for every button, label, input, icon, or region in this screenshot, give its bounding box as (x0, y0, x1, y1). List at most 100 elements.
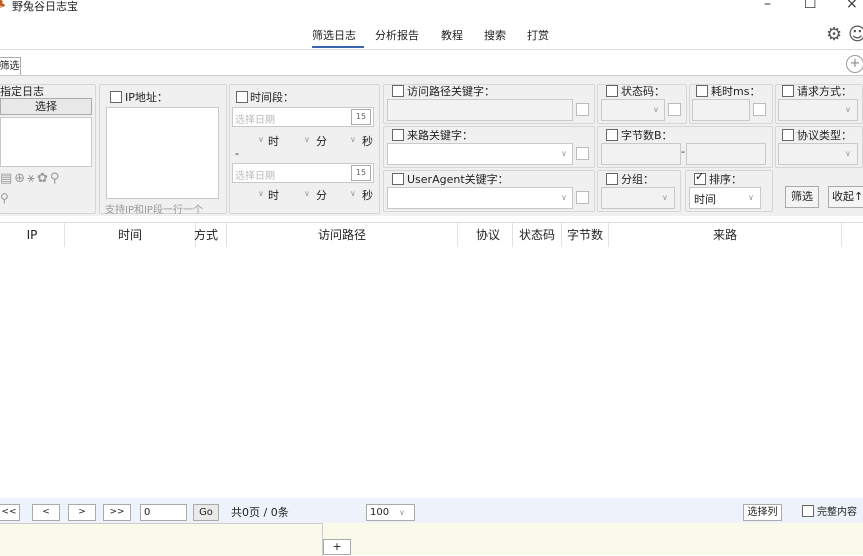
path-checkbox[interactable] (392, 85, 404, 97)
status-chevron-icon[interactable]: ∨ (653, 105, 659, 114)
start-hour-chevron-icon[interactable]: ∨ (258, 135, 264, 144)
method-group: 请求方式： ∨ (775, 84, 863, 124)
time-checkbox[interactable] (236, 91, 248, 103)
ua-option-checkbox[interactable] (576, 191, 589, 204)
time-group: 时间段： 选择日期 15 时 ∨ 分 ∨ 秒 ∨ - 选择日期 15 时 ∨ 分… (229, 84, 380, 214)
group-select[interactable]: ∨ (601, 187, 675, 209)
elapsed-label: 耗时ms： (711, 85, 761, 98)
page-size-chevron-icon[interactable]: ∨ (399, 505, 405, 520)
go-button[interactable]: Go (193, 504, 219, 521)
column-header-status[interactable]: 状态码 (513, 223, 562, 247)
bytes-max-input[interactable] (686, 143, 766, 165)
elapsed-option-checkbox[interactable] (753, 103, 766, 116)
log-list[interactable] (0, 117, 92, 167)
bottom-left-pane (0, 523, 323, 556)
column-header-path[interactable]: 访问路径 (227, 223, 458, 247)
elapsed-input[interactable] (692, 99, 750, 121)
path-input[interactable] (387, 99, 573, 121)
column-header-method[interactable]: 方式 (186, 223, 227, 247)
tab-filter[interactable]: 筛选 (0, 57, 21, 75)
ip-checkbox[interactable] (110, 91, 122, 103)
bytes-checkbox[interactable] (606, 129, 618, 141)
sort-select[interactable]: 时间 ∨ (689, 187, 761, 209)
first-page-button[interactable]: << (0, 504, 20, 521)
add-tab-icon[interactable]: + (846, 55, 863, 73)
sort-checkbox[interactable] (694, 170, 706, 185)
end-minute-label: 分 (316, 189, 327, 202)
ua-chevron-icon[interactable]: ∨ (561, 193, 567, 202)
next-page-button[interactable]: > (68, 504, 96, 521)
title-bar: ♣ 野兔谷日志宝 – ☐ × (0, 0, 863, 22)
end-second-label: 秒 (362, 189, 373, 202)
status-option-checkbox[interactable] (668, 103, 681, 116)
add-button[interactable]: + (323, 539, 351, 555)
close-button[interactable]: × (846, 0, 858, 12)
column-header-time[interactable]: 时间 (65, 223, 196, 247)
end-minute-chevron-icon[interactable]: ∨ (304, 189, 310, 198)
status-select[interactable]: ∨ (601, 99, 665, 121)
nav-donate[interactable]: 打赏 (527, 27, 549, 43)
column-header-protocol[interactable]: 协议 (464, 223, 513, 247)
smiley-icon[interactable]: ☺ (848, 24, 863, 45)
ua-checkbox[interactable] (392, 173, 404, 185)
filter-panel: 指定日志 选择 ▤⊕⚹✿⚲ ⚲ IP地址： 支持IP和IP段一行一个 时间段： … (0, 75, 863, 216)
protocol-chevron-icon[interactable]: ∨ (845, 149, 851, 158)
sort-chevron-icon[interactable]: ∨ (748, 193, 754, 202)
ip-input[interactable] (106, 107, 219, 199)
bytes-min-input[interactable] (601, 143, 681, 165)
nav-analysis-report[interactable]: 分析报告 (375, 27, 419, 43)
status-checkbox[interactable] (606, 85, 618, 97)
minimize-button[interactable]: – (764, 0, 771, 12)
end-hour-chevron-icon[interactable]: ∨ (258, 189, 264, 198)
ip-hint: 支持IP和IP段一行一个 (105, 205, 203, 216)
last-page-button[interactable]: >> (103, 504, 131, 521)
full-content-checkbox[interactable] (802, 505, 814, 517)
log-group: 指定日志 选择 ▤⊕⚹✿⚲ ⚲ (0, 84, 96, 214)
method-select[interactable]: ∨ (778, 99, 858, 121)
nav-search[interactable]: 搜索 (484, 27, 506, 43)
path-option-checkbox[interactable] (576, 103, 589, 116)
elapsed-checkbox[interactable] (696, 85, 708, 97)
group-chevron-icon[interactable]: ∨ (662, 193, 668, 202)
nav-tutorial[interactable]: 教程 (441, 27, 463, 43)
gear-icon[interactable]: ⚙ (826, 24, 842, 45)
column-header-referer[interactable]: 来路 (609, 223, 842, 247)
end-calendar-icon[interactable]: 15 (351, 165, 371, 181)
prev-page-button[interactable]: < (32, 504, 60, 521)
status-label: 状态码： (621, 85, 665, 98)
start-second-chevron-icon[interactable]: ∨ (350, 135, 356, 144)
referer-checkbox[interactable] (392, 129, 404, 141)
filter-button[interactable]: 筛选 (785, 186, 819, 208)
link-icon[interactable]: ⚲ (0, 191, 9, 205)
referer-input[interactable]: ∨ (387, 143, 573, 165)
method-chevron-icon[interactable]: ∨ (845, 105, 851, 114)
start-calendar-icon[interactable]: 15 (351, 109, 371, 125)
maximize-button[interactable]: ☐ (804, 0, 817, 12)
start-second-label: 秒 (362, 135, 373, 148)
collapse-button[interactable]: 收起↑ (828, 186, 863, 208)
start-date-input[interactable]: 选择日期 15 (232, 107, 374, 127)
referer-chevron-icon[interactable]: ∨ (561, 149, 567, 158)
method-checkbox[interactable] (782, 85, 794, 97)
page-size-select[interactable]: 100 ∨ (366, 504, 415, 521)
end-date-input[interactable]: 选择日期 15 (232, 163, 374, 183)
start-minute-chevron-icon[interactable]: ∨ (304, 135, 310, 144)
column-header-bytes[interactable]: 字节数 (562, 223, 609, 247)
nav-filter-log[interactable]: 筛选日志 (312, 27, 356, 43)
page-size-value: 100 (370, 507, 390, 518)
column-header-ip[interactable]: IP (0, 223, 65, 247)
ua-input[interactable]: ∨ (387, 187, 573, 209)
select-columns-button[interactable]: 选择列 (743, 504, 782, 521)
ua-group: UserAgent关键字： ∨ (383, 170, 595, 212)
referer-option-checkbox[interactable] (576, 147, 589, 160)
end-second-chevron-icon[interactable]: ∨ (350, 189, 356, 198)
group-checkbox[interactable] (606, 173, 618, 185)
select-log-button[interactable]: 选择 (0, 98, 92, 115)
page-number-input[interactable]: 0 (140, 504, 187, 521)
window-title: 野兔谷日志宝 (12, 0, 78, 13)
protocol-checkbox[interactable] (782, 129, 794, 141)
log-tools-icons[interactable]: ▤⊕⚹✿⚲ (0, 171, 61, 186)
protocol-select[interactable]: ∨ (778, 143, 858, 165)
start-date-placeholder: 选择日期 (235, 115, 275, 126)
elapsed-group: 耗时ms： (689, 84, 773, 124)
